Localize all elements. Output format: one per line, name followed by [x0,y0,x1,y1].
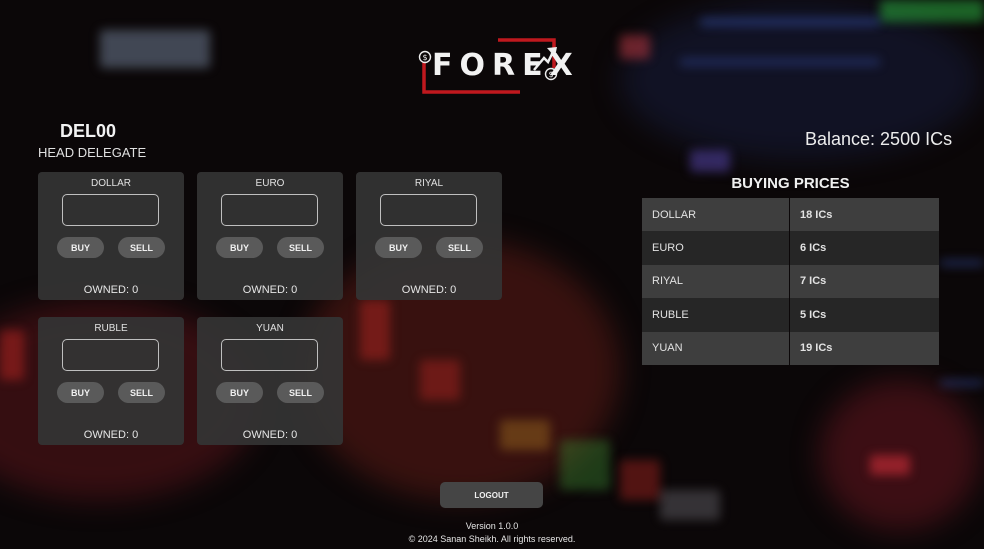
price-value: 7 ICs [790,264,939,299]
user-name: DEL00 [60,121,117,141]
quantity-input-euro[interactable] [221,194,318,226]
currency-card-euro: EURO BUY SELL OWNED: 0 [197,172,343,300]
user-role: HEAD DELEGATE [38,145,147,160]
copyright-text: © 2024 Sanan Sheikh. All rights reserved… [408,534,576,544]
price-row: DOLLAR 18 ICs [642,198,939,232]
currency-name: RUBLE [94,323,128,334]
price-value: 5 ICs [790,298,939,332]
logo-text: FOREX [432,48,580,83]
quantity-input-riyal[interactable] [380,194,477,226]
buying-prices-title: BUYING PRICES [731,175,850,192]
sell-button-ruble[interactable]: SELL [118,382,165,403]
owned-count: OWNED: 0 [83,284,139,296]
currency-name: RIYAL [414,178,444,189]
price-currency: EURO [642,231,789,265]
quantity-input-yuan[interactable] [221,339,318,371]
balance-display: Balance: 2500 ICs [805,129,953,149]
currency-card-riyal: RIYAL BUY SELL OWNED: 0 [356,172,502,300]
price-row: EURO 6 ICs [642,231,939,265]
owned-count: OWNED: 0 [83,429,139,441]
buy-button-riyal[interactable]: BUY [375,237,422,258]
buy-button-dollar[interactable]: BUY [57,237,104,258]
price-currency: RUBLE [642,298,789,332]
logout-button[interactable]: LOGOUT [440,482,543,508]
svg-text:$: $ [422,53,427,62]
currency-card-dollar: DOLLAR BUY SELL OWNED: 0 [38,172,184,300]
version-text: Version 1.0.0 [465,521,519,531]
currency-name: DOLLAR [90,178,131,189]
currency-card-yuan: YUAN BUY SELL OWNED: 0 [197,317,343,445]
price-row: RUBLE 5 ICs [642,298,939,332]
sell-button-dollar[interactable]: SELL [118,237,165,258]
buy-button-yuan[interactable]: BUY [216,382,263,403]
price-row: RIYAL 7 ICs [642,264,939,299]
buy-button-euro[interactable]: BUY [216,237,263,258]
price-value: 19 ICs [790,331,939,365]
quantity-input-ruble[interactable] [62,339,159,371]
owned-count: OWNED: 0 [401,284,457,296]
price-currency: RIYAL [642,264,789,299]
buying-prices-table: DOLLAR 18 ICs EURO 6 ICs RIYAL 7 ICs RUB… [642,198,939,365]
price-currency: DOLLAR [642,198,789,232]
price-value: 18 ICs [790,198,939,232]
sell-button-yuan[interactable]: SELL [277,382,324,403]
price-currency: YUAN [642,331,789,365]
owned-count: OWNED: 0 [242,429,298,441]
quantity-input-dollar[interactable] [62,194,159,226]
forex-logo: $ $ FOREX [418,38,573,94]
sell-button-euro[interactable]: SELL [277,237,324,258]
sell-button-riyal[interactable]: SELL [436,237,483,258]
price-value: 6 ICs [790,231,939,265]
currency-name: YUAN [256,323,284,334]
currency-name: EURO [255,178,285,189]
buy-button-ruble[interactable]: BUY [57,382,104,403]
owned-count: OWNED: 0 [242,284,298,296]
currency-card-ruble: RUBLE BUY SELL OWNED: 0 [38,317,184,445]
price-row: YUAN 19 ICs [642,331,939,365]
